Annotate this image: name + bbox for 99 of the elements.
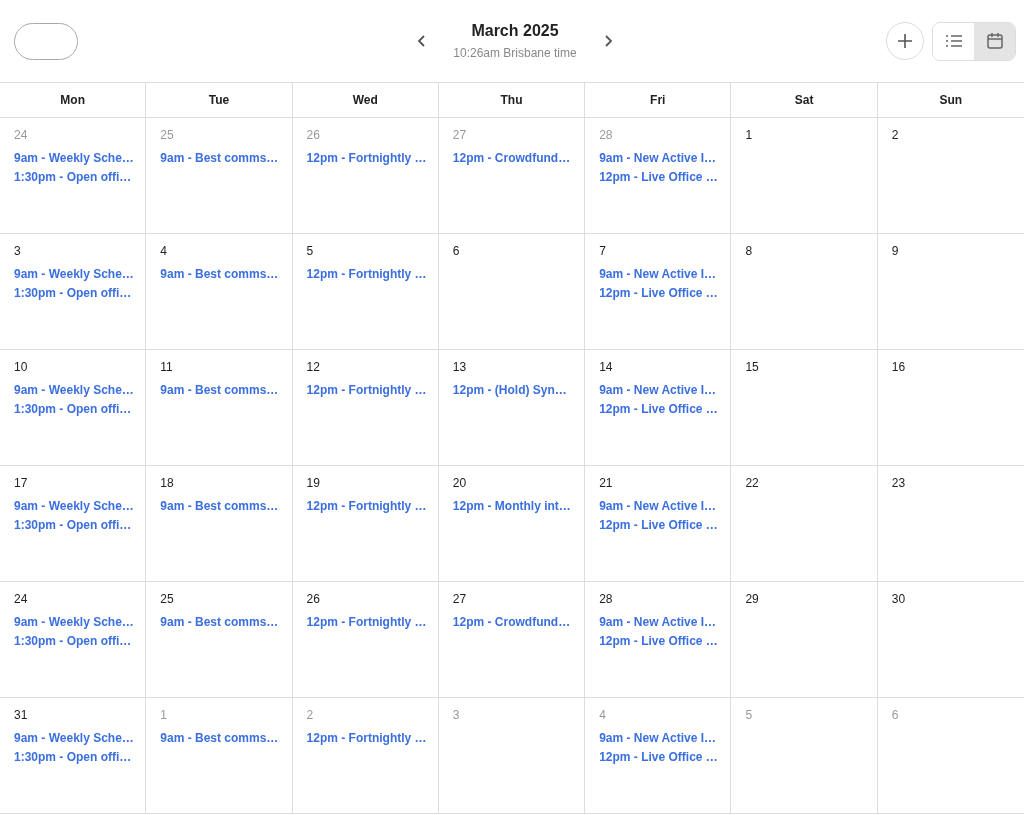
day-number: 6 [452, 244, 460, 258]
event-link[interactable]: 9am - Best comms… [160, 381, 279, 400]
day-number: 14 [599, 360, 613, 374]
event-link[interactable]: 9am - Weekly Sche… [14, 613, 134, 632]
local-time: 10:26am Brisbane time [453, 46, 577, 60]
day-number: 17 [14, 476, 28, 490]
day-number: 4 [160, 244, 167, 258]
day-number: 18 [160, 476, 174, 490]
day-number: 4 [599, 708, 606, 722]
weekday-header: Wed [352, 93, 378, 107]
day-number: 1 [160, 708, 167, 722]
event-link[interactable]: 9am - New Active I… [599, 265, 717, 284]
event-link[interactable]: 12pm - Live Office … [599, 168, 718, 187]
weekday-header: Thu [500, 93, 523, 107]
day-number: 26 [306, 128, 320, 142]
list-icon [944, 34, 963, 48]
event-link[interactable]: 12pm - Live Office … [599, 400, 718, 419]
event-link[interactable]: 12pm - Fortnightly … [306, 381, 427, 400]
day-number: 2 [306, 708, 314, 722]
day-number: 12 [306, 360, 320, 374]
day-number: 25 [160, 592, 174, 606]
day-number: 24 [14, 592, 28, 606]
day-number: 9 [891, 244, 899, 258]
event-link[interactable]: 9am - Best comms… [160, 497, 279, 516]
weekday-header: Mon [60, 93, 85, 107]
event-link[interactable]: 1:30pm - Open offi… [14, 516, 132, 535]
day-number: 31 [14, 708, 28, 722]
day-number: 10 [14, 360, 28, 374]
event-link[interactable]: 9am - New Active I… [599, 149, 717, 168]
day-number: 22 [745, 476, 759, 490]
day-number: 23 [891, 476, 906, 490]
event-link[interactable]: 9am - New Active I… [599, 613, 717, 632]
calendar-icon [985, 32, 1004, 50]
event-link[interactable]: 9am - Best comms… [160, 149, 279, 168]
event-link[interactable]: 12pm - Live Office … [599, 748, 718, 767]
event-link[interactable]: 12pm - Fortnightly … [306, 613, 427, 632]
weekday-header: Sat [794, 93, 814, 107]
event-link[interactable]: 12pm - Live Office … [599, 632, 718, 651]
event-link[interactable]: 1:30pm - Open offi… [14, 168, 132, 187]
event-link[interactable]: 9am - Best comms… [160, 613, 279, 632]
weekday-header: Sun [939, 93, 963, 107]
day-number: 3 [452, 708, 460, 722]
chevron-right-icon[interactable] [602, 34, 613, 48]
day-number: 15 [745, 360, 759, 374]
event-link[interactable]: 12pm - Crowdfund… [452, 613, 571, 632]
day-number: 28 [599, 128, 613, 142]
event-link[interactable]: 9am - Weekly Sche… [14, 149, 134, 168]
event-link[interactable]: 12pm - Fortnightly … [306, 265, 427, 284]
day-number: 6 [891, 708, 899, 722]
calendar-view-button[interactable] [974, 22, 1015, 60]
day-number: 27 [452, 128, 467, 142]
day-number: 7 [599, 244, 606, 258]
day-number: 21 [599, 476, 613, 490]
day-number: 11 [160, 360, 173, 374]
event-link[interactable]: 12pm - Crowdfund… [452, 149, 571, 168]
event-link[interactable]: 12pm - (Hold) Syn… [452, 381, 567, 400]
event-link[interactable]: 12pm - Fortnightly … [306, 729, 427, 748]
event-link[interactable]: 9am - New Active I… [599, 497, 717, 516]
day-number: 26 [306, 592, 320, 606]
day-number: 1 [745, 128, 753, 142]
day-number: 5 [306, 244, 314, 258]
day-number: 3 [14, 244, 21, 258]
event-link[interactable]: 12pm - Live Office … [599, 284, 718, 303]
day-number: 28 [599, 592, 613, 606]
day-number: 13 [452, 360, 467, 374]
event-link[interactable]: 12pm - Fortnightly … [306, 149, 427, 168]
event-link[interactable]: 9am - Best comms… [160, 265, 279, 284]
weekday-header: Fri [650, 93, 666, 107]
event-link[interactable]: 12pm - Monthly int… [452, 497, 571, 516]
event-link[interactable]: 1:30pm - Open offi… [14, 632, 132, 651]
event-link[interactable]: 9am - Weekly Sche… [14, 497, 134, 516]
event-link[interactable]: 9am - New Active I… [599, 381, 717, 400]
weekday-header: Tue [208, 93, 230, 107]
day-number: 24 [14, 128, 28, 142]
day-number: 16 [891, 360, 906, 374]
chevron-left-icon[interactable] [417, 34, 428, 48]
event-link[interactable]: 1:30pm - Open offi… [14, 284, 132, 303]
day-number: 29 [745, 592, 759, 606]
plus-icon [897, 33, 913, 49]
event-link[interactable]: 1:30pm - Open offi… [14, 748, 132, 767]
pill-button[interactable] [14, 22, 78, 60]
day-number: 19 [306, 476, 320, 490]
day-number: 20 [452, 476, 467, 490]
add-button[interactable] [886, 22, 924, 60]
month-title: March 2025 [470, 22, 560, 40]
day-number: 30 [891, 592, 906, 606]
event-link[interactable]: 9am - New Active I… [599, 729, 717, 748]
day-number: 5 [745, 708, 753, 722]
event-link[interactable]: 12pm - Live Office … [599, 516, 718, 535]
event-link[interactable]: 9am - Weekly Sche… [14, 729, 134, 748]
event-link[interactable]: 9am - Weekly Sche… [14, 381, 134, 400]
event-link[interactable]: 9am - Best comms… [160, 729, 279, 748]
day-number: 8 [745, 244, 753, 258]
day-number: 2 [891, 128, 899, 142]
event-link[interactable]: 1:30pm - Open offi… [14, 400, 132, 419]
event-link[interactable]: 12pm - Fortnightly … [306, 497, 427, 516]
day-number: 27 [452, 592, 467, 606]
day-number: 25 [160, 128, 174, 142]
event-link[interactable]: 9am - Weekly Sche… [14, 265, 134, 284]
